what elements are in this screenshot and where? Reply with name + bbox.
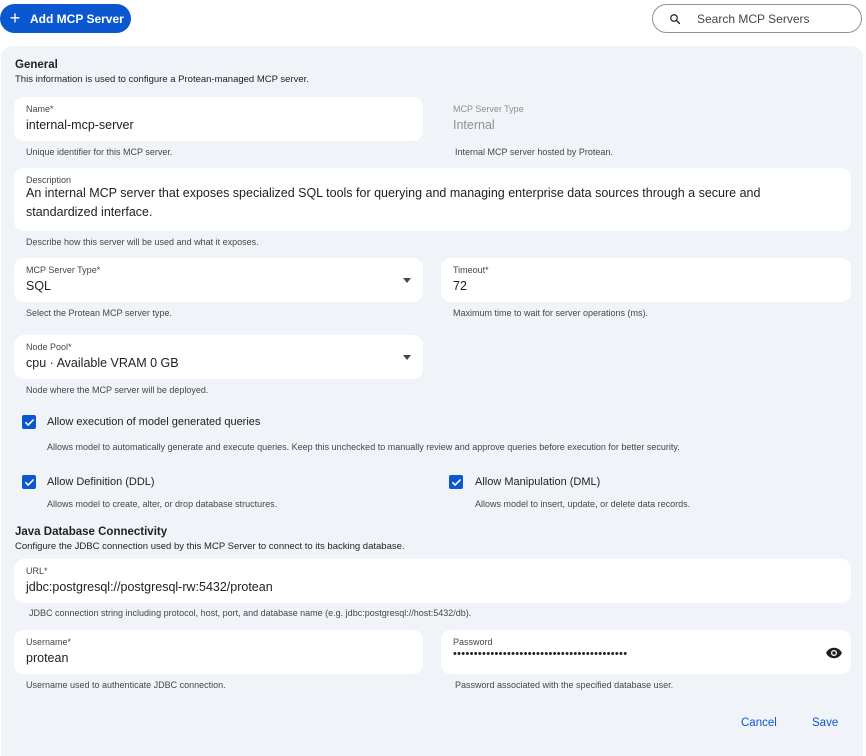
timeout-field[interactable]: Timeout* 72: [441, 258, 851, 302]
general-section-title: General: [15, 59, 58, 71]
password-label: Password: [453, 637, 493, 647]
username-value: protean: [26, 651, 69, 665]
node-pool-value: cpu · Available VRAM 0 GB: [26, 356, 179, 370]
allow-execution-label: Allow execution of model generated queri…: [47, 416, 261, 428]
allow-ddl-checkbox[interactable]: [22, 475, 36, 489]
add-mcp-server-button[interactable]: + Add MCP Server: [0, 4, 131, 33]
name-field-value: internal-mcp-server: [26, 118, 134, 132]
server-type-readonly-help: Internal MCP server hosted by Protean.: [455, 147, 613, 157]
jdbc-url-label: URL*: [26, 566, 48, 576]
allow-ddl-help: Allows model to create, alter, or drop d…: [47, 499, 278, 509]
allow-dml-label: Allow Manipulation (DML): [475, 476, 601, 488]
check-icon: [24, 478, 34, 486]
server-type-readonly-field: MCP Server Type Internal: [441, 97, 851, 141]
timeout-help: Maximum time to wait for server operatio…: [453, 308, 649, 318]
password-help: Password associated with the specified d…: [455, 680, 674, 690]
top-toolbar: + Add MCP Server: [0, 0, 866, 40]
name-field[interactable]: Name* internal-mcp-server: [14, 97, 423, 141]
name-field-label: Name*: [26, 104, 54, 114]
dropdown-arrow-icon: [403, 278, 411, 283]
add-mcp-server-label: Add MCP Server: [30, 11, 124, 26]
allow-dml-help: Allows model to insert, update, or delet…: [475, 499, 691, 509]
jdbc-url-field[interactable]: URL* jdbc:postgresql://postgresql-rw:543…: [14, 559, 851, 603]
general-section-subtitle: This information is used to configure a …: [15, 74, 309, 85]
mcp-server-type-help: Select the Protean MCP server type.: [26, 308, 172, 318]
check-icon: [24, 418, 34, 426]
node-pool-help: Node where the MCP server will be deploy…: [26, 385, 209, 395]
description-help: Describe how this server will be used an…: [26, 237, 259, 247]
username-label: Username*: [26, 637, 72, 647]
mcp-server-type-value: SQL: [26, 279, 52, 293]
mcp-server-type-label: MCP Server Type*: [26, 265, 101, 275]
allow-execution-help: Allows model to automatically generate a…: [47, 442, 680, 452]
plus-icon: +: [9, 7, 21, 28]
search-input[interactable]: [697, 11, 847, 26]
cancel-button[interactable]: Cancel: [741, 717, 777, 729]
server-type-readonly-value: Internal: [453, 118, 495, 132]
timeout-label: Timeout*: [453, 265, 489, 275]
check-icon: [451, 478, 461, 486]
username-field[interactable]: Username* protean: [14, 630, 423, 674]
allow-dml-checkbox[interactable]: [449, 475, 463, 489]
mcp-server-type-select[interactable]: MCP Server Type* SQL: [14, 258, 423, 302]
jdbc-section-title: Java Database Connectivity: [15, 526, 168, 538]
allow-ddl-label: Allow Definition (DDL): [47, 476, 155, 488]
name-help: Unique identifier for this MCP server.: [26, 147, 173, 157]
server-type-readonly-label: MCP Server Type: [453, 104, 524, 114]
jdbc-url-value: jdbc:postgresql://postgresql-rw:5432/pro…: [26, 580, 273, 594]
description-field[interactable]: Description An internal MCP server that …: [14, 168, 851, 231]
eye-icon[interactable]: [825, 644, 843, 667]
password-value: ••••••••••••••••••••••••••••••••••••••••…: [453, 648, 628, 660]
allow-execution-checkbox[interactable]: [22, 415, 36, 429]
node-pool-label: Node Pool*: [26, 342, 72, 352]
node-pool-select[interactable]: Node Pool* cpu · Available VRAM 0 GB: [14, 335, 423, 379]
timeout-value: 72: [453, 279, 467, 293]
mcp-server-form: General This information is used to conf…: [1, 46, 863, 756]
search-icon: [653, 13, 697, 25]
save-button[interactable]: Save: [812, 717, 838, 729]
username-help: Username used to authenticate JDBC conne…: [26, 680, 226, 690]
description-value: An internal MCP server that exposes spec…: [26, 186, 761, 219]
password-field[interactable]: Password •••••••••••••••••••••••••••••••…: [441, 630, 851, 674]
dropdown-arrow-icon: [403, 355, 411, 360]
search-box[interactable]: [652, 4, 862, 33]
jdbc-section-subtitle: Configure the JDBC connection used by th…: [15, 541, 405, 552]
jdbc-url-help: JDBC connection string including protoco…: [29, 608, 472, 618]
